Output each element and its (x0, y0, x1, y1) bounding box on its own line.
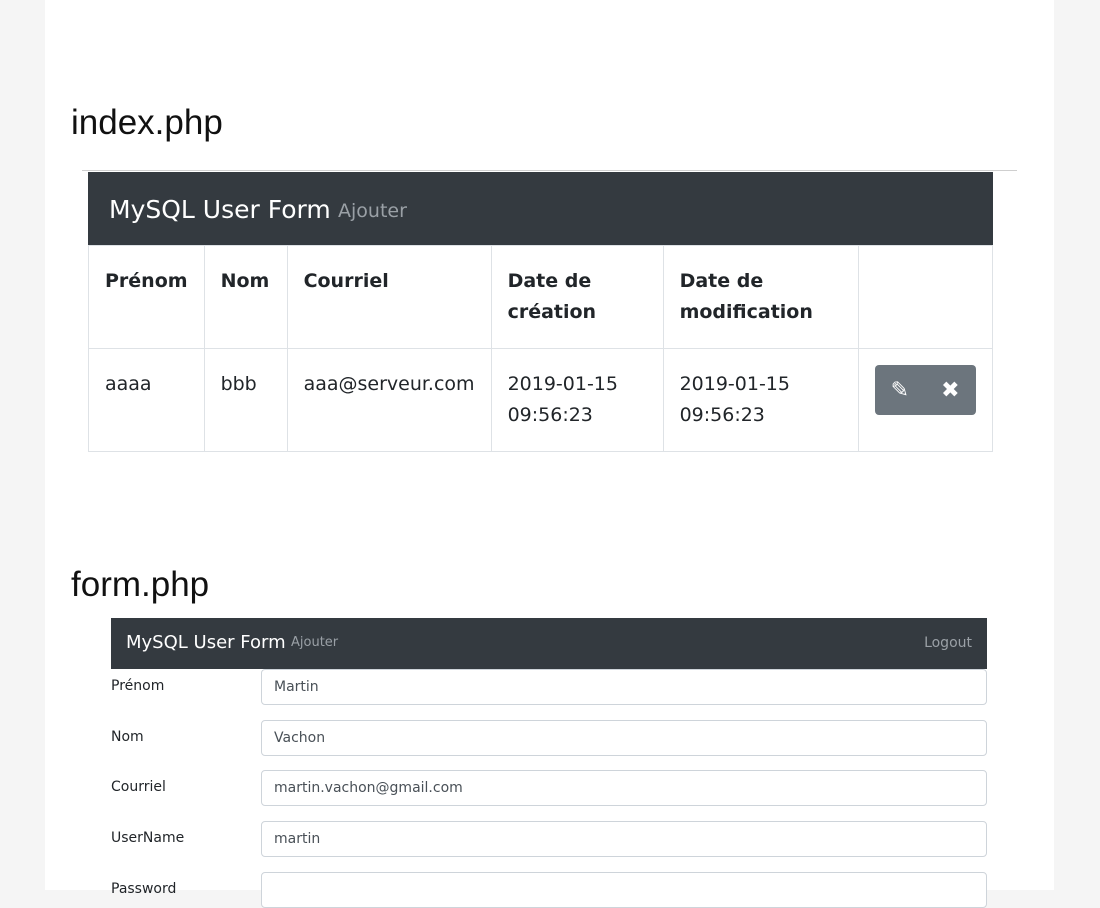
nom-label: Nom (111, 729, 144, 745)
form-heading: form.php (71, 565, 210, 604)
cell-nom: bbb (203, 348, 288, 452)
cell-actions: ✎ ✖ (857, 348, 994, 452)
cell-date-creation: 2019-01-15 09:56:23 (490, 348, 664, 452)
page: index.php MySQL User Form Ajouter Prénom… (45, 0, 1054, 908)
form-row-password: Password (111, 872, 987, 908)
prenom-label: Prénom (111, 678, 165, 694)
pencil-icon[interactable]: ✎ (891, 375, 909, 406)
close-icon[interactable]: ✖ (941, 375, 959, 406)
table-row: aaaa bbb aaa@serveur.com 2019-01-15 09:5… (88, 348, 994, 452)
users-table: Prénom Nom Courriel Date de création Dat… (88, 245, 994, 452)
index-navbar: MySQL User Form Ajouter (88, 172, 993, 245)
form-row-username: UserName (111, 821, 987, 857)
divider (82, 170, 1017, 171)
password-label: Password (111, 881, 177, 897)
cell-date-modification: 2019-01-15 09:56:23 (662, 348, 859, 452)
column-header-date-creation: Date de création (490, 245, 664, 349)
form-row-courriel: Courriel (111, 770, 987, 806)
column-header-date-modification: Date de modification (662, 245, 859, 349)
username-label: UserName (111, 830, 185, 846)
action-button-group: ✎ ✖ (874, 365, 976, 415)
navbar-brand[interactable]: MySQL User Form (126, 632, 286, 653)
prenom-field[interactable] (261, 669, 987, 705)
table-header-row: Prénom Nom Courriel Date de création Dat… (88, 245, 994, 349)
courriel-label: Courriel (111, 779, 166, 795)
add-link[interactable]: Ajouter (338, 200, 407, 222)
username-field[interactable] (261, 821, 987, 857)
index-heading: index.php (71, 103, 223, 142)
password-field[interactable] (261, 872, 987, 908)
column-header-courriel: Courriel (286, 245, 492, 349)
form-row-prenom: Prénom (111, 669, 987, 705)
courriel-field[interactable] (261, 770, 987, 806)
add-link[interactable]: Ajouter (291, 635, 338, 650)
column-header-prenom: Prénom (88, 245, 205, 349)
form-row-nom: Nom (111, 720, 987, 756)
column-header-nom: Nom (203, 245, 288, 349)
cell-courriel: aaa@serveur.com (286, 348, 492, 452)
cell-prenom: aaaa (88, 348, 205, 452)
nom-field[interactable] (261, 720, 987, 756)
logout-link[interactable]: Logout (924, 635, 972, 651)
column-header-actions (857, 245, 994, 349)
navbar-brand[interactable]: MySQL User Form (109, 195, 331, 224)
form-navbar: MySQL User Form Ajouter Logout (111, 618, 987, 669)
